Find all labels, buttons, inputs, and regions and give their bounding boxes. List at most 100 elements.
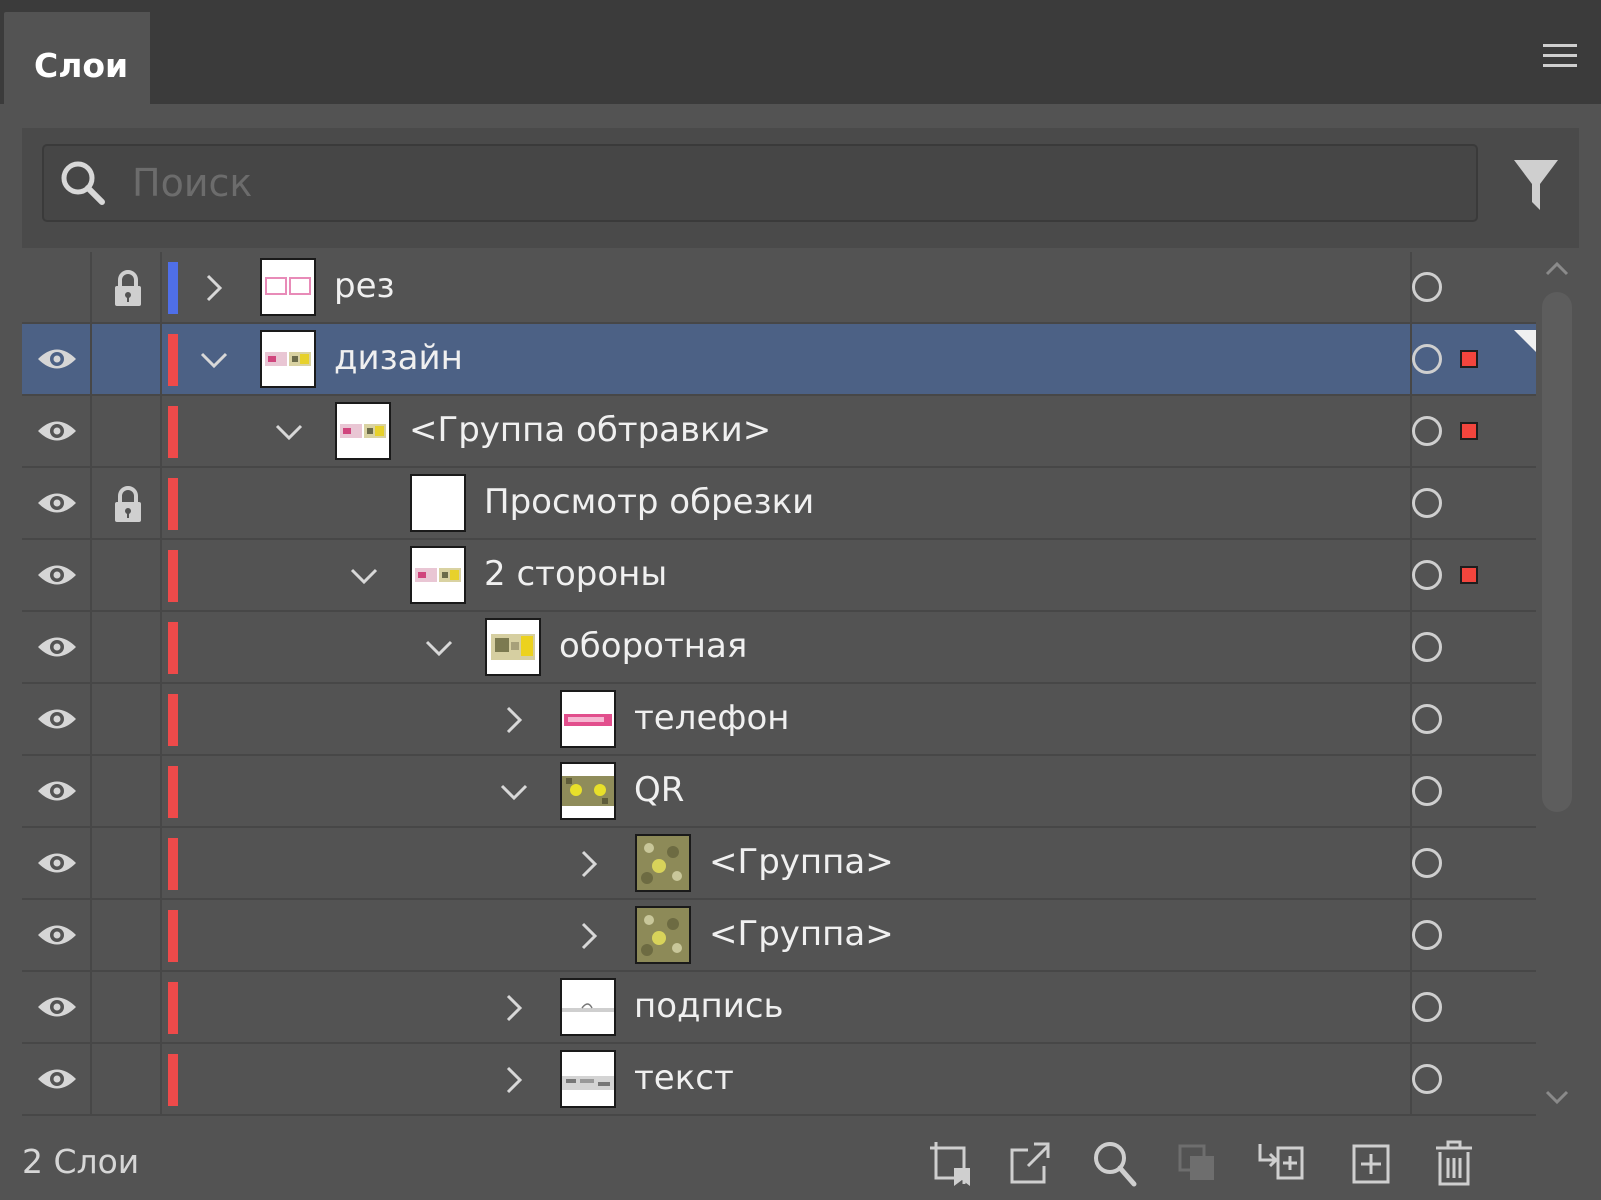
visibility-cell[interactable] (22, 468, 92, 540)
layer-name[interactable]: QR (634, 770, 684, 810)
layer-row[interactable]: телефон (22, 684, 1540, 756)
target-circle-icon[interactable] (1412, 272, 1442, 302)
trash-icon[interactable] (1430, 1138, 1478, 1188)
layer-row[interactable]: <Группа> (22, 900, 1540, 972)
target-circle-icon[interactable] (1412, 1064, 1442, 1094)
selection-indicator[interactable] (1460, 566, 1478, 584)
chevron-right-icon[interactable] (498, 704, 530, 736)
target-circle-icon[interactable] (1412, 776, 1442, 806)
tab-layers[interactable]: Слои (4, 12, 150, 104)
visibility-cell[interactable] (22, 828, 92, 900)
filter-icon[interactable] (1512, 158, 1560, 212)
visibility-cell[interactable] (22, 684, 92, 756)
layer-row[interactable]: оборотная (22, 612, 1540, 684)
target-circle-icon[interactable] (1412, 992, 1442, 1022)
export-icon[interactable] (1006, 1138, 1054, 1188)
layer-name[interactable]: текст (634, 1058, 734, 1098)
target-circle-icon[interactable] (1412, 920, 1442, 950)
eye-icon[interactable] (36, 920, 78, 950)
visibility-cell[interactable] (22, 540, 92, 612)
chevron-right-icon[interactable] (498, 1064, 530, 1096)
layer-row[interactable]: QR (22, 756, 1540, 828)
lock-cell[interactable] (92, 756, 162, 828)
layer-color-bar (168, 622, 178, 674)
visibility-cell[interactable] (22, 396, 92, 468)
scroll-down-icon[interactable] (1544, 1086, 1570, 1108)
lock-cell[interactable] (92, 612, 162, 684)
locate-object-icon[interactable] (1090, 1138, 1138, 1188)
visibility-cell[interactable] (22, 1044, 92, 1116)
chevron-down-icon[interactable] (498, 776, 530, 808)
visibility-cell[interactable] (22, 252, 92, 324)
target-circle-icon[interactable] (1412, 848, 1442, 878)
eye-icon[interactable] (36, 776, 78, 806)
chevron-right-icon[interactable] (498, 992, 530, 1024)
layer-row[interactable]: <Группа обтравки> (22, 396, 1540, 468)
layer-name[interactable]: <Группа обтравки> (409, 410, 771, 450)
new-sublayer-icon[interactable] (1256, 1138, 1304, 1188)
scroll-up-icon[interactable] (1544, 258, 1570, 280)
eye-icon[interactable] (36, 632, 78, 662)
target-circle-icon[interactable] (1412, 704, 1442, 734)
layer-name[interactable]: 2 стороны (484, 554, 667, 594)
layer-name[interactable]: дизайн (334, 338, 463, 378)
lock-cell[interactable] (92, 972, 162, 1044)
eye-icon[interactable] (36, 488, 78, 518)
eye-icon[interactable] (36, 560, 78, 590)
selection-indicator[interactable] (1460, 350, 1478, 368)
lock-icon[interactable] (112, 486, 144, 524)
new-layer-icon[interactable] (1348, 1138, 1396, 1188)
clipping-mask-icon[interactable] (1174, 1138, 1222, 1188)
selection-indicator[interactable] (1460, 422, 1478, 440)
artboard-icon[interactable] (926, 1138, 974, 1188)
visibility-cell[interactable] (22, 900, 92, 972)
layer-row[interactable]: рез (22, 252, 1540, 324)
chevron-down-icon[interactable] (423, 632, 455, 664)
lock-cell[interactable] (92, 1044, 162, 1116)
eye-icon[interactable] (36, 704, 78, 734)
target-circle-icon[interactable] (1412, 560, 1442, 590)
layer-row[interactable]: дизайн (22, 324, 1540, 396)
eye-icon[interactable] (36, 344, 78, 374)
chevron-down-icon[interactable] (198, 344, 230, 376)
chevron-right-icon[interactable] (573, 848, 605, 880)
layer-name[interactable]: телефон (634, 698, 789, 738)
chevron-right-icon[interactable] (198, 272, 230, 304)
layer-name[interactable]: <Группа> (709, 914, 894, 954)
lock-cell[interactable] (92, 684, 162, 756)
eye-icon[interactable] (36, 992, 78, 1022)
search-input[interactable] (130, 152, 1434, 214)
lock-cell[interactable] (92, 828, 162, 900)
eye-icon[interactable] (36, 848, 78, 878)
lock-icon[interactable] (112, 270, 144, 308)
layer-name[interactable]: оборотная (559, 626, 747, 666)
layer-row[interactable]: подпись (22, 972, 1540, 1044)
chevron-down-icon[interactable] (348, 560, 380, 592)
lock-cell[interactable] (92, 540, 162, 612)
visibility-cell[interactable] (22, 324, 92, 396)
visibility-cell[interactable] (22, 612, 92, 684)
target-circle-icon[interactable] (1412, 344, 1442, 374)
target-circle-icon[interactable] (1412, 632, 1442, 662)
target-circle-icon[interactable] (1412, 416, 1442, 446)
eye-icon[interactable] (36, 1064, 78, 1094)
eye-icon[interactable] (36, 416, 78, 446)
layer-name[interactable]: Просмотр обрезки (484, 482, 814, 522)
layer-row[interactable]: 2 стороны (22, 540, 1540, 612)
layer-name[interactable]: рез (334, 266, 395, 306)
layer-name[interactable]: <Группа> (709, 842, 894, 882)
layer-row[interactable]: текст (22, 1044, 1540, 1116)
visibility-cell[interactable] (22, 756, 92, 828)
layer-row[interactable]: <Группа> (22, 828, 1540, 900)
panel-menu-icon[interactable] (1543, 44, 1577, 68)
chevron-down-icon[interactable] (273, 416, 305, 448)
lock-cell[interactable] (92, 900, 162, 972)
lock-cell[interactable] (92, 324, 162, 396)
lock-cell[interactable] (92, 396, 162, 468)
visibility-cell[interactable] (22, 972, 92, 1044)
layer-name[interactable]: подпись (634, 986, 784, 1026)
chevron-right-icon[interactable] (573, 920, 605, 952)
target-circle-icon[interactable] (1412, 488, 1442, 518)
scrollbar-thumb[interactable] (1542, 292, 1572, 812)
layer-row[interactable]: Просмотр обрезки (22, 468, 1540, 540)
